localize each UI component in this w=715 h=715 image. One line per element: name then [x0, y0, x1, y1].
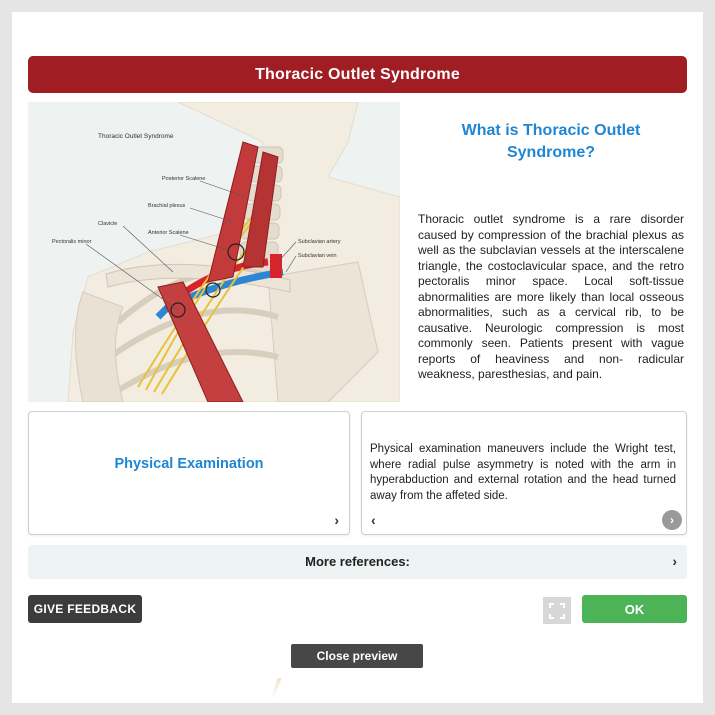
expand-icon	[549, 602, 565, 619]
label-anterior-scalene: Anterior Scalene	[148, 230, 189, 236]
ok-button[interactable]: OK	[582, 595, 687, 623]
label-subclavian-vein: Subclavian vein	[298, 253, 337, 259]
illustration-title: Thoracic Outlet Syndrome	[98, 133, 174, 140]
page-title-text: Thoracic Outlet Syndrome	[255, 65, 460, 83]
card-text: Physical examination maneuvers include t…	[370, 443, 676, 502]
chevron-right-icon[interactable]: ›	[672, 553, 677, 569]
page-title: Thoracic Outlet Syndrome	[28, 56, 687, 93]
chevron-right-icon[interactable]: ›	[334, 512, 339, 528]
physical-examination-card[interactable]: Physical Examination ›	[28, 411, 350, 535]
card-title: Physical Examination	[114, 456, 264, 472]
decorative-mark	[270, 678, 282, 698]
references-label: More references:	[305, 554, 410, 569]
anatomy-svg: Thoracic Outlet Syndrome Posterior Scale…	[28, 102, 400, 402]
physical-examination-detail-card: Physical examination maneuvers include t…	[361, 411, 687, 535]
label-posterior-scalene: Posterior Scalene	[162, 176, 205, 182]
more-references-bar[interactable]: More references: ›	[28, 545, 687, 579]
next-button[interactable]: ›	[662, 510, 682, 530]
label-subclavian-artery: Subclavian artery	[298, 239, 341, 245]
give-feedback-button[interactable]: GIVE FEEDBACK	[28, 595, 142, 623]
anatomy-illustration: Thoracic Outlet Syndrome Posterior Scale…	[28, 102, 400, 402]
close-preview-button[interactable]: Close preview	[291, 644, 423, 668]
expand-button[interactable]	[543, 597, 571, 624]
intro-heading: What is Thoracic Outlet Syndrome?	[461, 122, 641, 161]
label-clavicle: Clavicle	[98, 221, 117, 227]
chevron-right-icon: ›	[670, 513, 674, 527]
chevron-left-icon[interactable]: ‹	[371, 512, 376, 528]
label-brachial-plexus: Brachial plexus	[148, 203, 186, 209]
label-pectoralis-minor: Pectoralis minor	[52, 239, 92, 245]
intro-body: Thoracic outlet syndrome is a rare disor…	[418, 212, 684, 381]
preview-modal: Thoracic Outlet Syndrome Thoracic Outlet…	[12, 12, 703, 703]
